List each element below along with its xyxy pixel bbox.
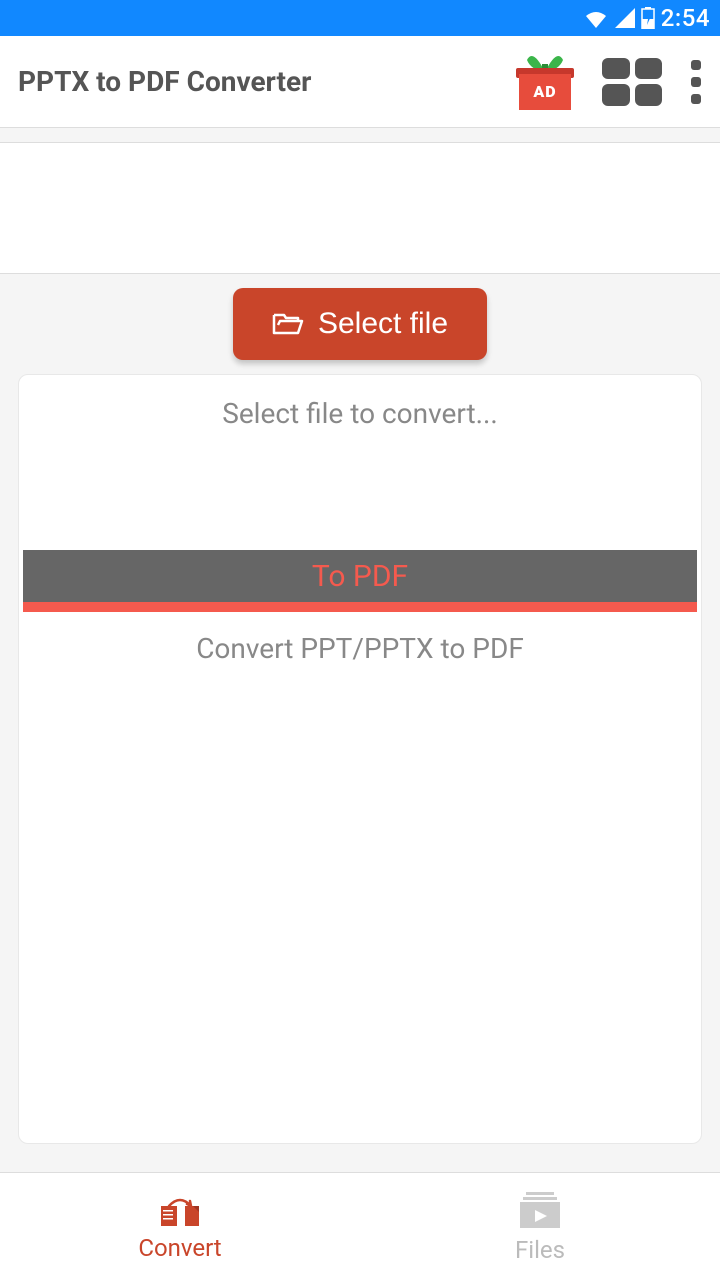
gift-box: AD <box>519 74 571 110</box>
select-file-label: Select file <box>318 307 448 341</box>
battery-icon <box>641 7 655 29</box>
select-file-button[interactable]: Select file <box>233 288 487 360</box>
app-bar-actions: AD <box>516 54 702 110</box>
status-bar: 2:54 <box>0 0 720 36</box>
to-pdf-button[interactable]: To PDF <box>23 550 697 612</box>
nav-files-label: Files <box>515 1236 565 1264</box>
wifi-icon <box>583 8 609 28</box>
main-card: Select file to convert... To PDF Convert… <box>18 374 702 1144</box>
hint-text: Select file to convert... <box>222 397 498 430</box>
nav-convert-tab[interactable]: Convert <box>0 1173 360 1280</box>
overflow-menu-button[interactable] <box>690 60 702 104</box>
ad-banner-placeholder <box>0 142 720 274</box>
to-pdf-label: To PDF <box>312 559 408 594</box>
status-time: 2:54 <box>661 4 710 32</box>
app-title: PPTX to PDF Converter <box>18 65 311 98</box>
ad-label: AD <box>533 82 556 101</box>
app-bar: PPTX to PDF Converter AD <box>0 36 720 128</box>
convert-icon <box>153 1192 207 1228</box>
ad-gift-button[interactable]: AD <box>516 54 574 110</box>
signal-icon <box>615 8 635 28</box>
files-icon <box>516 1190 564 1230</box>
apps-grid-button[interactable] <box>602 58 662 106</box>
convert-description: Convert PPT/PPTX to PDF <box>196 632 524 665</box>
folder-open-icon <box>272 311 304 337</box>
bottom-nav: Convert Files <box>0 1172 720 1280</box>
nav-convert-label: Convert <box>138 1234 221 1262</box>
nav-files-tab[interactable]: Files <box>360 1173 720 1280</box>
